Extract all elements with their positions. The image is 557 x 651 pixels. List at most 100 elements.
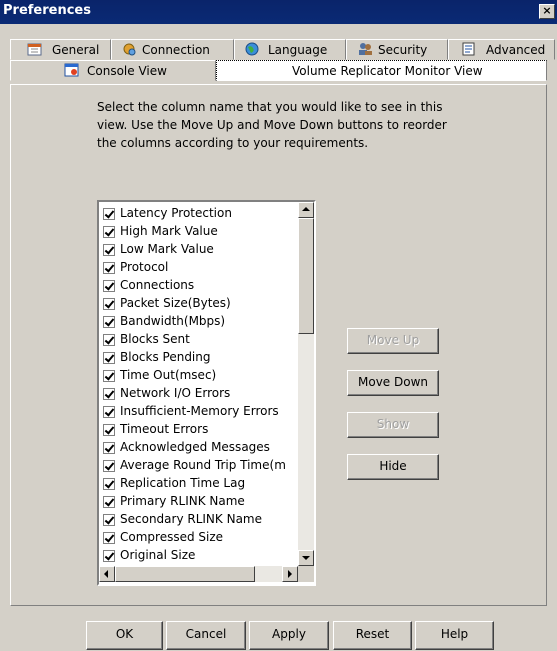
tab-general[interactable]: General <box>10 39 111 60</box>
scrollbar-corner <box>298 566 314 582</box>
list-item[interactable]: Timeout Errors <box>102 421 298 439</box>
column-label: Network I/O Errors <box>120 386 231 400</box>
vertical-scrollbar[interactable] <box>298 202 314 566</box>
column-checkbox[interactable] <box>103 316 115 328</box>
list-item[interactable]: Low Mark Value <box>102 241 298 259</box>
tab-connection[interactable]: Connection <box>111 39 234 60</box>
column-checkbox[interactable] <box>103 388 115 400</box>
list-item[interactable]: Acknowledged Messages <box>102 439 298 457</box>
tab-general-label: General <box>52 43 100 57</box>
list-item[interactable]: Primary RLINK Name <box>102 493 298 511</box>
horizontal-scrollbar[interactable] <box>99 566 298 582</box>
scroll-right-button[interactable] <box>282 566 298 582</box>
users-icon <box>359 43 372 55</box>
column-label: Timeout Errors <box>120 422 209 436</box>
column-label: Blocks Pending <box>120 350 211 364</box>
column-checkbox[interactable] <box>103 532 115 544</box>
column-label: Packet Size(Bytes) <box>120 296 231 310</box>
column-label: Average Round Trip Time(m <box>120 458 286 472</box>
list-item[interactable]: Secondary RLINK Name <box>102 511 298 529</box>
column-list[interactable]: Latency Protection High Mark Value Low Mar… <box>97 200 316 586</box>
list-item[interactable]: Original Size <box>102 547 298 565</box>
column-checkbox[interactable] <box>103 460 115 472</box>
hide-button[interactable]: Hide <box>347 454 439 480</box>
cancel-button[interactable]: Cancel <box>166 621 246 650</box>
globe-icon <box>245 42 259 56</box>
list-item[interactable]: Time Out(msec) <box>102 367 298 385</box>
move-down-button[interactable]: Move Down <box>347 370 439 396</box>
tab-volume-replicator-monitor-view[interactable]: Volume Replicator Monitor View <box>216 60 547 81</box>
list-item[interactable]: Bandwidth(Mbps) <box>102 313 298 331</box>
column-checkbox[interactable] <box>103 334 115 346</box>
close-button[interactable]: × <box>539 4 555 19</box>
column-checkbox[interactable] <box>103 208 115 220</box>
column-checkbox[interactable] <box>103 262 115 274</box>
column-label: Insufficient-Memory Errors <box>120 404 279 418</box>
tab-language[interactable]: Language <box>234 39 346 60</box>
column-checkbox[interactable] <box>103 478 115 490</box>
scroll-up-button[interactable] <box>298 202 314 218</box>
window-title: Preferences <box>3 3 91 18</box>
list-item[interactable]: Packet Size(Bytes) <box>102 295 298 313</box>
column-label: Time Out(msec) <box>120 368 217 382</box>
column-label: Compressed Size <box>120 530 224 544</box>
tab-security-label: Security <box>378 43 428 57</box>
column-label: High Mark Value <box>120 224 218 238</box>
column-label: Replication Time Lag <box>120 476 246 490</box>
column-checkbox[interactable] <box>103 550 115 562</box>
column-label: Protocol <box>120 260 169 274</box>
tab-advanced-label: Advanced <box>486 43 546 57</box>
list-item[interactable]: Blocks Sent <box>102 331 298 349</box>
list-item[interactable]: Insufficient-Memory Errors <box>102 403 298 421</box>
column-checkbox[interactable] <box>103 244 115 256</box>
list-item[interactable]: Connections <box>102 277 298 295</box>
column-checkbox[interactable] <box>103 370 115 382</box>
list-item[interactable]: Protocol <box>102 259 298 277</box>
list-item[interactable]: Network I/O Errors <box>102 385 298 403</box>
column-checkbox[interactable] <box>103 280 115 292</box>
column-checkbox[interactable] <box>103 424 115 436</box>
list-item[interactable]: Replication Time Lag <box>102 475 298 493</box>
arrow-down-icon <box>302 556 310 560</box>
column-checkbox[interactable] <box>103 406 115 418</box>
arrow-up-icon <box>302 207 310 211</box>
tab-language-label: Language <box>268 43 328 57</box>
calendar-icon <box>27 43 42 56</box>
scroll-left-button[interactable] <box>99 566 115 582</box>
apply-button[interactable]: Apply <box>249 621 329 650</box>
move-up-button[interactable]: Move Up <box>347 328 439 354</box>
horizontal-scroll-thumb[interactable] <box>115 566 255 582</box>
column-checkbox[interactable] <box>103 514 115 526</box>
list-item[interactable]: Latency Protection <box>102 205 298 223</box>
list-item[interactable]: High Mark Value <box>102 223 298 241</box>
ok-button[interactable]: OK <box>86 621 163 650</box>
tab-security[interactable]: Security <box>346 39 448 60</box>
tab-console-view[interactable]: Console View <box>10 60 216 81</box>
column-label: Low Mark Value <box>120 242 214 256</box>
reset-button[interactable]: Reset <box>333 621 412 650</box>
tab-vrm-view-label: Volume Replicator Monitor View <box>292 64 483 78</box>
column-checkbox[interactable] <box>103 442 115 454</box>
advanced-icon <box>462 42 475 56</box>
tab-advanced[interactable]: Advanced <box>448 39 555 60</box>
tab-console-view-label: Console View <box>87 64 167 78</box>
column-label: Acknowledged Messages <box>120 440 270 454</box>
show-button[interactable]: Show <box>347 412 439 438</box>
column-label: Original Size <box>120 548 196 562</box>
column-label: Latency Protection <box>120 206 232 220</box>
console-icon <box>64 63 79 77</box>
help-button[interactable]: Help <box>415 621 494 650</box>
column-checkbox[interactable] <box>103 298 115 310</box>
title-bar: Preferences × <box>0 0 557 24</box>
arrow-right-icon <box>288 570 292 578</box>
column-checkbox[interactable] <box>103 226 115 238</box>
vertical-scroll-thumb[interactable] <box>298 218 314 334</box>
scroll-down-button[interactable] <box>298 550 314 566</box>
arrow-left-icon <box>104 570 108 578</box>
list-item[interactable]: Blocks Pending <box>102 349 298 367</box>
list-item[interactable]: Average Round Trip Time(m <box>102 457 298 475</box>
column-label: Secondary RLINK Name <box>120 512 262 526</box>
list-item[interactable]: Compressed Size <box>102 529 298 547</box>
column-checkbox[interactable] <box>103 352 115 364</box>
column-checkbox[interactable] <box>103 496 115 508</box>
